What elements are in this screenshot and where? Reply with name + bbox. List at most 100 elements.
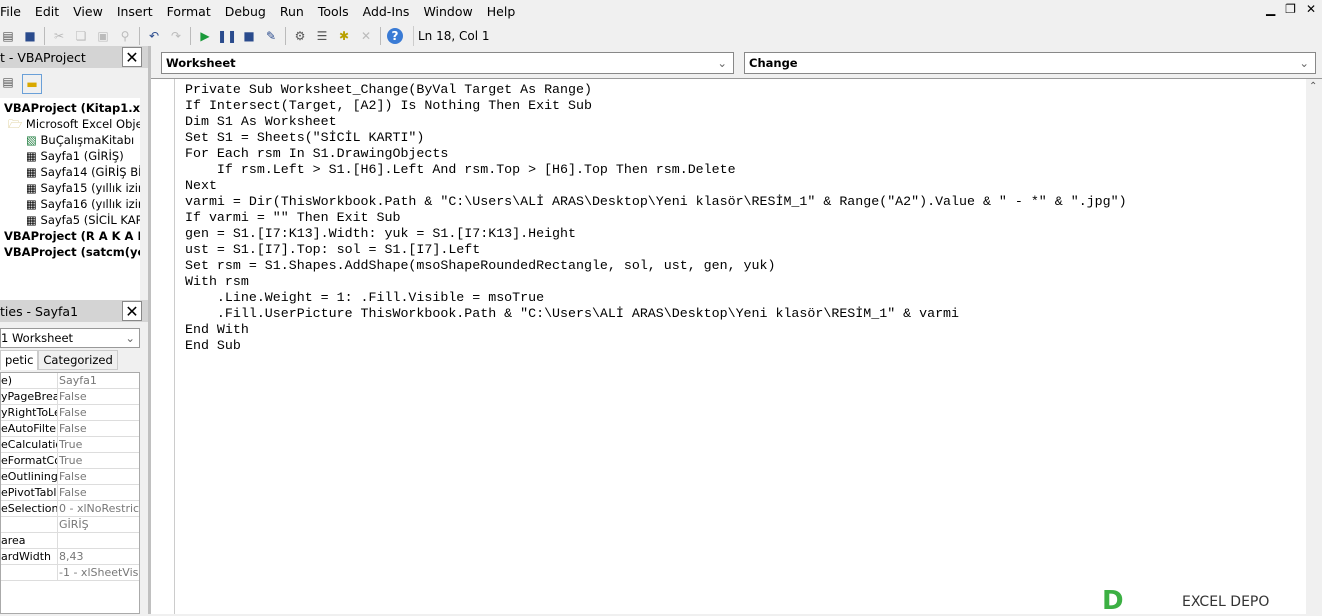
sheet-icon: ▦ xyxy=(26,149,41,163)
property-row[interactable]: area xyxy=(1,533,139,549)
scroll-up-icon[interactable]: ⌃ xyxy=(1309,81,1317,92)
property-value[interactable]: 8,43 xyxy=(58,549,139,564)
code-line[interactable]: Private Sub Worksheet_Change(ByVal Targe… xyxy=(185,82,1127,98)
code-line[interactable]: If varmi = "" Then Exit Sub xyxy=(185,210,1127,226)
object-selector[interactable]: 1 Worksheet ⌄ xyxy=(0,328,140,348)
property-row[interactable]: yPageBreakFalse xyxy=(1,389,139,405)
menu-file[interactable]: File xyxy=(0,4,28,19)
menu-run[interactable]: Run xyxy=(273,4,311,19)
property-row[interactable]: ardWidth 8,43 xyxy=(1,549,139,565)
pause-icon[interactable]: ❚❚ xyxy=(217,28,237,44)
find-icon[interactable]: ⚲ xyxy=(117,28,133,44)
code-line[interactable]: End Sub xyxy=(185,338,1127,354)
property-row[interactable]: eFormatConTrue xyxy=(1,453,139,469)
code-line[interactable]: If Intersect(Target, [A2]) Is Nothing Th… xyxy=(185,98,1127,114)
restore-icon[interactable]: ❐ xyxy=(1285,2,1296,16)
copy-icon[interactable]: ❏ xyxy=(73,28,89,44)
property-row[interactable]: eSelection 0 - xlNoRestricti xyxy=(1,501,139,517)
property-value[interactable]: False xyxy=(58,469,139,484)
procedure-combo[interactable]: Change ⌄ xyxy=(744,52,1316,74)
code-line[interactable]: ust = S1.[I7].Top: sol = S1.[I7].Left xyxy=(185,242,1127,258)
code-line[interactable]: Set S1 = Sheets("SİCİL KARTI") xyxy=(185,130,1127,146)
run-icon[interactable]: ▶ xyxy=(197,28,213,44)
menu-tools[interactable]: Tools xyxy=(311,4,356,19)
code-line[interactable]: .Fill.UserPicture ThisWorkbook.Path & "C… xyxy=(185,306,1127,322)
close-properties-icon[interactable]: ✕ xyxy=(122,301,142,321)
code-line[interactable]: End With xyxy=(185,322,1127,338)
design-mode-icon[interactable]: ✎ xyxy=(263,28,279,44)
property-row[interactable]: e) Sayfa1 xyxy=(1,373,139,389)
minimize-icon[interactable]: ▁ xyxy=(1266,2,1275,16)
property-value[interactable]: True xyxy=(58,453,139,468)
close-project-explorer-icon[interactable]: ✕ xyxy=(122,47,142,67)
code-line[interactable]: With rsm xyxy=(185,274,1127,290)
workbook-icon: ▧ xyxy=(26,133,41,147)
stop-icon[interactable]: ■ xyxy=(241,28,257,44)
code-line[interactable]: gen = S1.[I7:K13].Width: yuk = S1.[I7:K1… xyxy=(185,226,1127,242)
vertical-scrollbar[interactable]: ⌃ xyxy=(1306,79,1322,614)
menu-debug[interactable]: Debug xyxy=(218,4,273,19)
tree-item-workbook[interactable]: ▧ BuÇalışmaKitabı xyxy=(26,132,134,148)
property-row[interactable]: ePivotTable False xyxy=(1,485,139,501)
menu-window[interactable]: Window xyxy=(416,4,479,19)
property-value[interactable]: 0 - xlNoRestricti xyxy=(58,501,139,516)
view-excel-icon[interactable]: ▤ xyxy=(0,28,16,44)
tree-item-sayfa14[interactable]: ▦ Sayfa14 (GİRİŞ BİLG xyxy=(26,164,140,180)
property-value[interactable]: False xyxy=(58,485,139,500)
project-explorer-icon[interactable]: ⚙ xyxy=(292,28,308,44)
property-row[interactable]: GİRİŞ xyxy=(1,517,139,533)
code-window[interactable]: Private Sub Worksheet_Change(ByVal Targe… xyxy=(151,78,1322,614)
property-value[interactable]: False xyxy=(58,405,139,420)
code-line[interactable]: .Line.Weight = 1: .Fill.Visible = msoTru… xyxy=(185,290,1127,306)
menu-addins[interactable]: Add-Ins xyxy=(356,4,417,19)
redo-icon[interactable]: ↷ xyxy=(168,28,184,44)
code-line[interactable]: Dim S1 As Worksheet xyxy=(185,114,1127,130)
menu-format[interactable]: Format xyxy=(160,4,218,19)
code-editor[interactable]: Private Sub Worksheet_Change(ByVal Targe… xyxy=(185,82,1127,354)
tree-item-sayfa16[interactable]: ▦ Sayfa16 (yıllık izin fo xyxy=(26,196,140,212)
object-combo[interactable]: Worksheet ⌄ xyxy=(161,52,734,74)
code-line[interactable]: Set rsm = S1.Shapes.AddShape(msoShapeRou… xyxy=(185,258,1127,274)
properties-icon[interactable]: ☰ xyxy=(314,28,330,44)
menu-help[interactable]: Help xyxy=(480,4,523,19)
property-row[interactable]: eAutoFilter False xyxy=(1,421,139,437)
help-icon[interactable]: ? xyxy=(387,28,403,44)
property-row[interactable]: eOutlining False xyxy=(1,469,139,485)
tree-project-satcm[interactable]: VBAProject (satcm(yeni xyxy=(4,244,140,260)
paste-icon[interactable]: ▣ xyxy=(95,28,111,44)
property-value[interactable]: False xyxy=(58,389,139,404)
menu-view[interactable]: View xyxy=(66,4,110,19)
property-value[interactable]: Sayfa1 xyxy=(58,373,139,388)
close-icon[interactable]: ✕ xyxy=(1306,2,1316,16)
code-line[interactable]: If rsm.Left > S1.[H6].Left And rsm.Top >… xyxy=(185,162,1127,178)
margin-indicator-bar[interactable] xyxy=(151,79,175,614)
property-row[interactable]: -1 - xlSheetVisib xyxy=(1,565,139,581)
object-browser-icon[interactable]: ✱ xyxy=(336,28,352,44)
property-value[interactable]: GİRİŞ xyxy=(58,517,139,532)
view-code-icon[interactable]: ▤ xyxy=(0,74,16,90)
property-value[interactable]: True xyxy=(58,437,139,452)
cut-icon[interactable]: ✂ xyxy=(51,28,67,44)
toggle-folders-icon[interactable]: ▬ xyxy=(22,74,42,94)
property-value[interactable] xyxy=(58,533,139,548)
tree-folder-excel-objects[interactable]: 🗁 Microsoft Excel Objects xyxy=(8,116,140,132)
tree-item-sayfa15[interactable]: ▦ Sayfa15 (yıllık izin ce xyxy=(26,180,140,196)
code-line[interactable]: Next xyxy=(185,178,1127,194)
toolbox-icon[interactable]: ✕ xyxy=(358,28,374,44)
menu-edit[interactable]: Edit xyxy=(28,4,66,19)
property-value[interactable]: -1 - xlSheetVisib xyxy=(58,565,139,580)
save-icon[interactable]: ■ xyxy=(22,28,38,44)
tab-categorized[interactable]: Categorized xyxy=(38,350,118,370)
tree-item-sayfa5[interactable]: ▦ Sayfa5 (SİCİL KARTI xyxy=(26,212,140,228)
undo-icon[interactable]: ↶ xyxy=(146,28,162,44)
menu-insert[interactable]: Insert xyxy=(110,4,160,19)
property-value[interactable]: False xyxy=(58,421,139,436)
code-line[interactable]: varmi = Dir(ThisWorkbook.Path & "C:\User… xyxy=(185,194,1127,210)
tab-alphabetic[interactable]: petic xyxy=(0,350,39,370)
tree-project-rakam[interactable]: VBAProject (R A K A M.x xyxy=(4,228,140,244)
tree-item-sayfa1[interactable]: ▦ Sayfa1 (GİRİŞ) xyxy=(26,148,124,164)
code-line[interactable]: For Each rsm In S1.DrawingObjects xyxy=(185,146,1127,162)
tree-project-kitap1[interactable]: VBAProject (Kitap1.xlsm xyxy=(4,100,140,116)
property-row[interactable]: eCalculationTrue xyxy=(1,437,139,453)
property-row[interactable]: yRightToLefFalse xyxy=(1,405,139,421)
